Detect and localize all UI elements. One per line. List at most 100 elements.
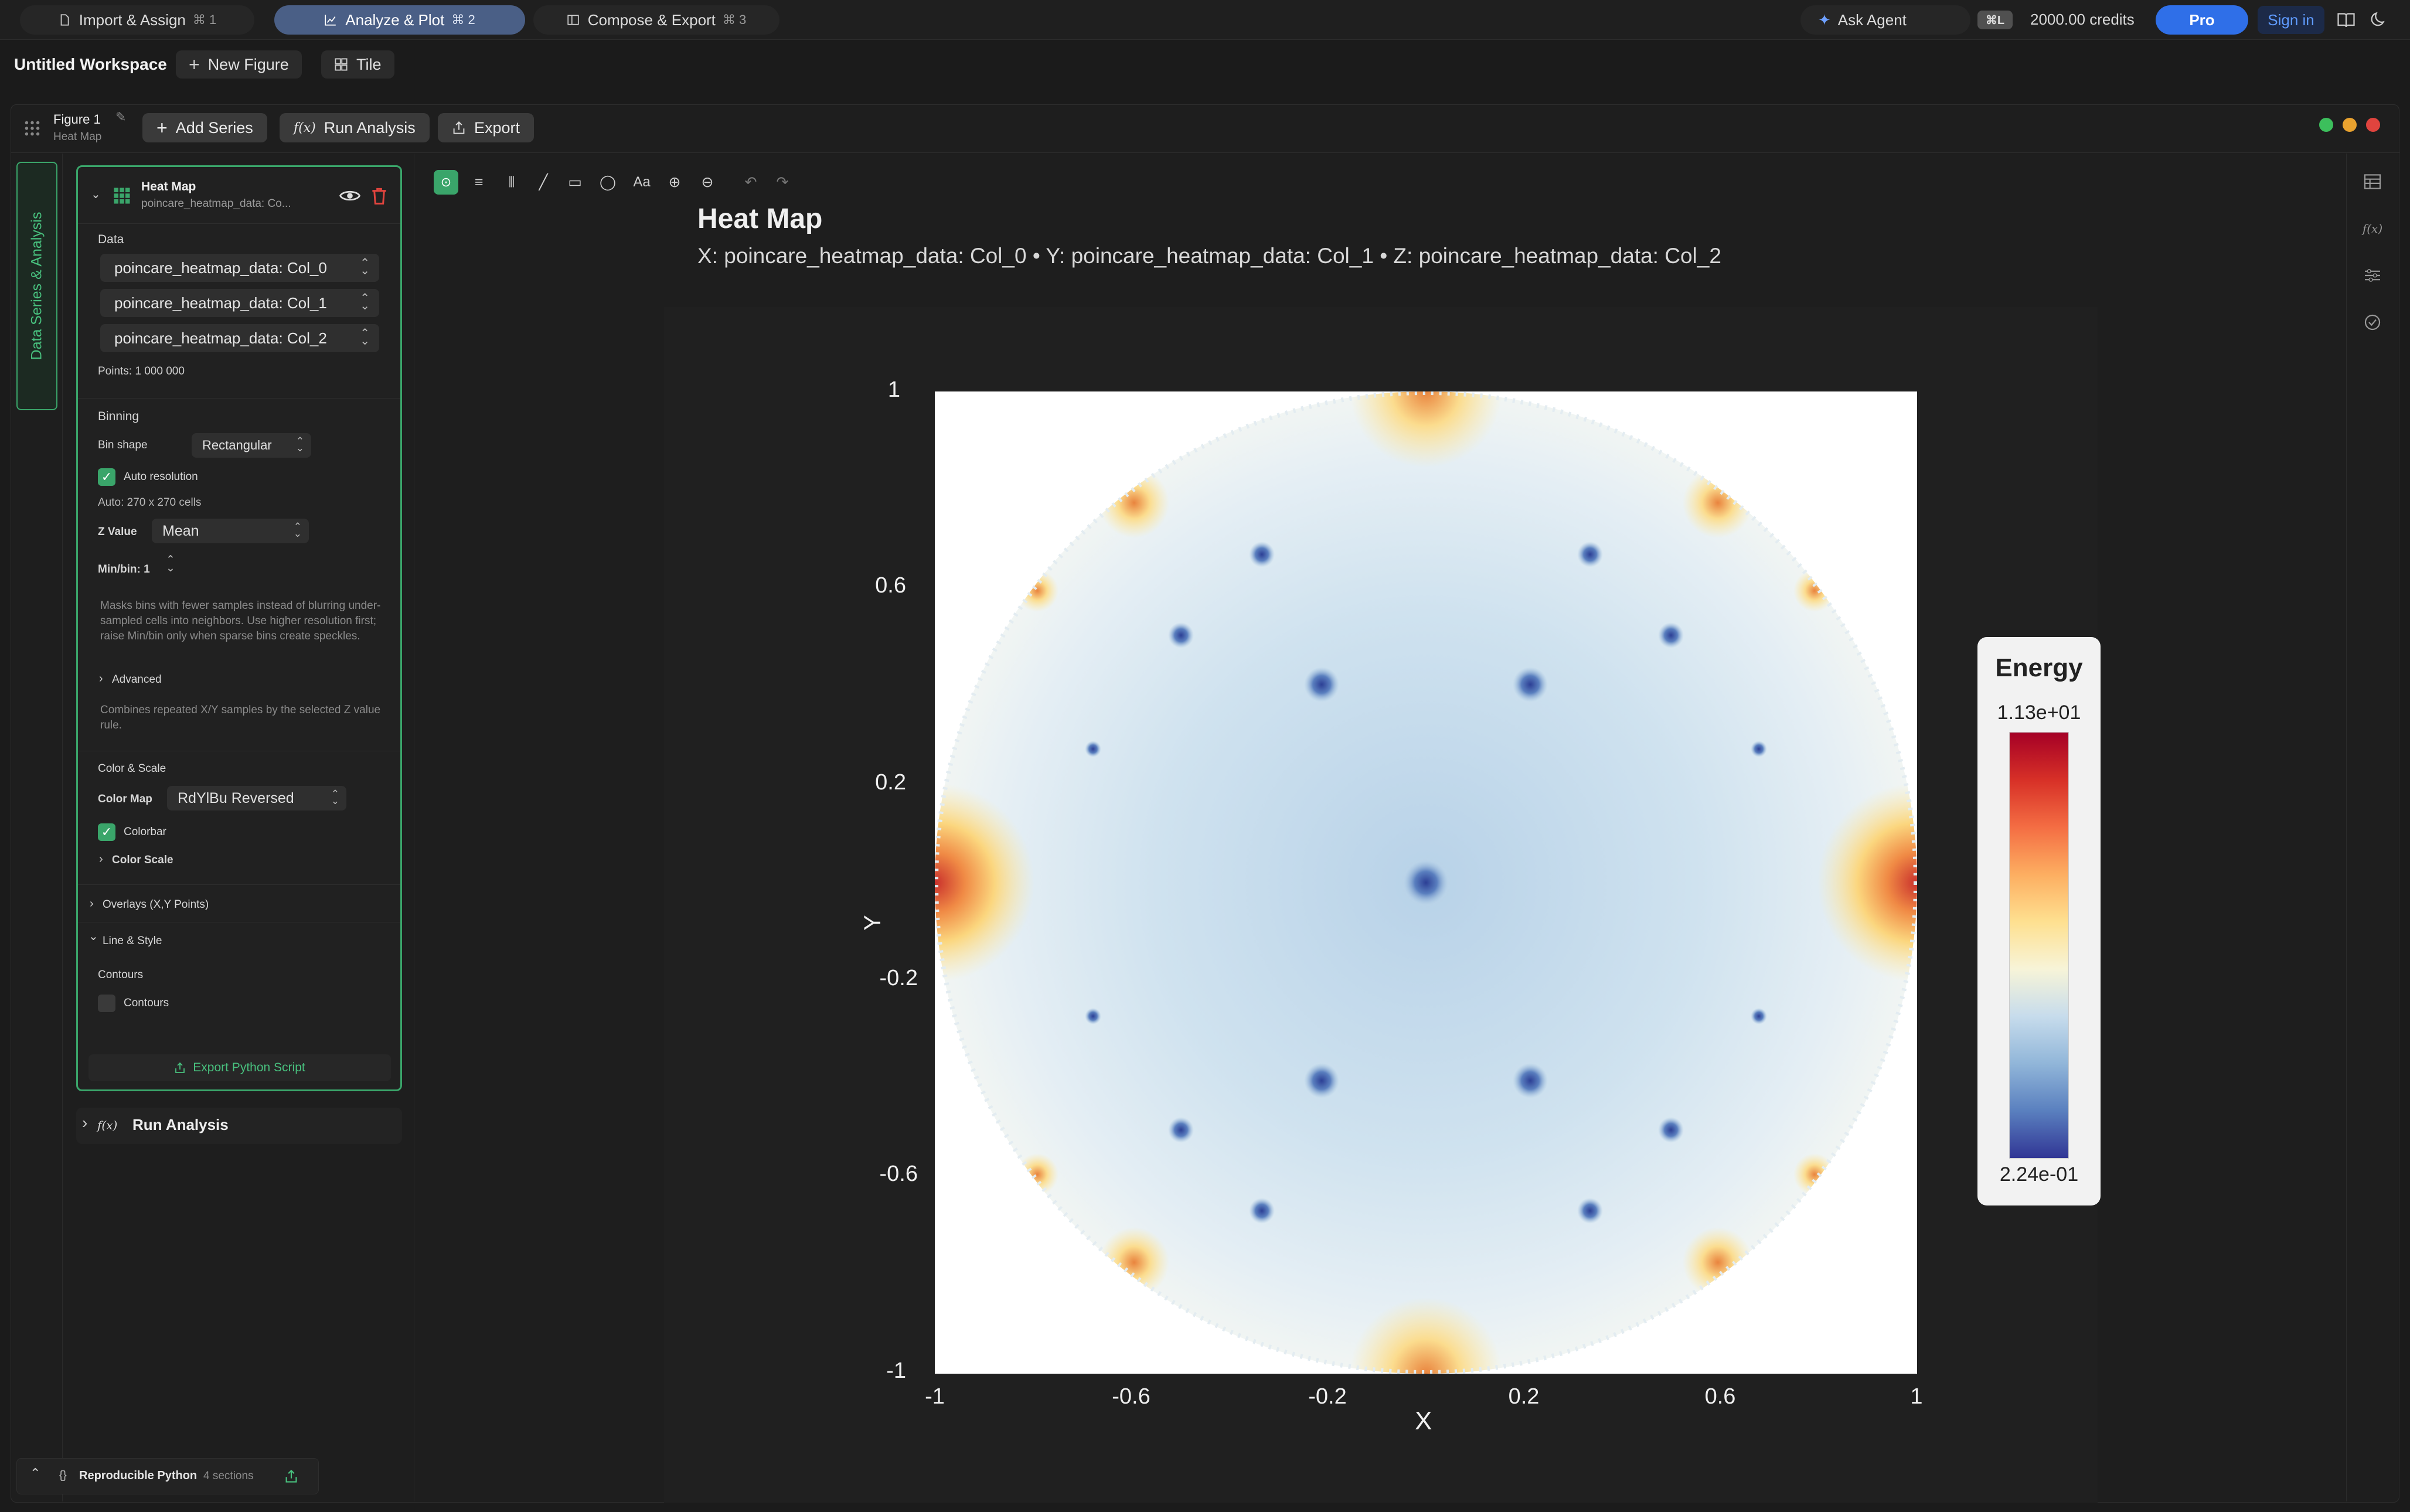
agent-shortcut-badge: ⌘L <box>1977 11 2013 29</box>
chevron-right-icon: › <box>90 897 94 910</box>
collapse-chevron-icon[interactable]: ⌄ <box>91 187 101 202</box>
sections-count: 4 sections <box>203 1470 254 1482</box>
auto-resolution-checkbox[interactable]: ✓ <box>98 468 115 486</box>
app-root: { "topbar": { "tabs": [ {"label": "Impor… <box>0 0 2410 1512</box>
sidetab-data-series[interactable]: Data Series & Analysis <box>16 162 57 410</box>
add-series-button[interactable]: + Add Series <box>142 113 267 142</box>
add-series-label: Add Series <box>175 118 253 137</box>
circle-tool-icon[interactable]: ◯ <box>595 170 620 195</box>
eye-icon[interactable] <box>339 188 360 203</box>
overlays-toggle[interactable]: Overlays (X,Y Points) <box>103 898 209 911</box>
z-value-label: Z Value <box>98 526 137 538</box>
grip-icon[interactable] <box>23 119 42 138</box>
contours-checkbox[interactable] <box>98 995 115 1012</box>
pro-button[interactable]: Pro <box>2156 5 2248 35</box>
min-bin-stepper[interactable]: ⌃ ⌄ <box>166 554 175 574</box>
function-icon: f(x) <box>294 120 316 135</box>
figure-toolbar: Figure 1 ✎ Heat Map + Add Series f(x) Ru… <box>11 105 2400 153</box>
function-icon[interactable]: f(x) <box>2361 217 2384 240</box>
divider <box>78 884 400 885</box>
moon-icon[interactable] <box>2370 11 2388 28</box>
run-analysis-label: Run Analysis <box>324 118 416 137</box>
check-circle-icon[interactable] <box>2361 311 2384 334</box>
function-icon: f(x) <box>97 1118 118 1132</box>
sparkle-icon: ✦ <box>1818 11 1831 29</box>
maximize-dot[interactable] <box>2319 118 2333 132</box>
tab-analyze-plot[interactable]: Analyze & Plot ⌘ 2 <box>274 5 525 35</box>
sign-in-button[interactable]: Sign in <box>2258 6 2324 34</box>
colorbar-max: 1.13e+01 <box>1997 701 2081 724</box>
sidetab-label: Data Series & Analysis <box>28 212 45 360</box>
text-tool-icon[interactable]: Aa <box>629 170 654 195</box>
plus-icon: + <box>156 117 168 138</box>
line-style-toggle[interactable]: Line & Style <box>103 935 162 948</box>
sliders-icon[interactable] <box>2361 264 2384 287</box>
auto-cells-text: Auto: 270 x 270 cells <box>98 496 202 509</box>
export-button[interactable]: Export <box>438 113 535 142</box>
color-scale-header: Color & Scale <box>98 762 166 775</box>
zoom-out-icon[interactable]: ⊖ <box>695 170 720 195</box>
edit-pencil-icon[interactable]: ✎ <box>115 110 126 125</box>
share-icon <box>453 121 465 134</box>
select-value: poincare_heatmap_data: Col_0 <box>114 258 327 277</box>
vertical-lines-icon[interactable]: ⦀ <box>499 170 524 195</box>
run-analysis-button[interactable]: f(x) Run Analysis <box>280 113 430 142</box>
close-dot[interactable] <box>2366 118 2380 132</box>
reproducible-python-bar[interactable]: ⌃ {} Reproducible Python 4 sections <box>16 1458 319 1494</box>
plus-icon: + <box>189 53 200 75</box>
z-column-select[interactable]: poincare_heatmap_data: Col_2 ⌃ ⌄ <box>100 324 379 352</box>
bin-shape-label: Bin shape <box>98 439 148 451</box>
tab-label: Analyze & Plot <box>345 11 445 29</box>
run-analysis-section[interactable]: › f(x) Run Analysis <box>76 1108 402 1144</box>
workspace-title: Untitled Workspace <box>14 55 167 73</box>
divider <box>78 223 400 224</box>
tile-button[interactable]: Tile <box>321 50 394 79</box>
table-icon[interactable] <box>2361 170 2384 193</box>
y-tick-label: 0.2 <box>875 770 906 795</box>
export-python-script-button[interactable]: Export Python Script <box>88 1054 391 1081</box>
advanced-toggle[interactable]: Advanced <box>112 673 162 686</box>
tab-label: Import & Assign <box>79 11 186 29</box>
x-tick-label: -0.2 <box>1308 1384 1347 1409</box>
z-value-select[interactable]: Mean ⌃ ⌄ <box>152 519 309 543</box>
contours-header: Contours <box>98 969 144 981</box>
line-tool-icon[interactable]: ╱ <box>531 170 556 195</box>
bin-shape-select[interactable]: Rectangular ⌃ ⌄ <box>192 433 311 458</box>
color-map-select[interactable]: RdYlBu Reversed ⌃ ⌄ <box>167 786 346 811</box>
auto-resolution-label: Auto resolution <box>124 471 198 483</box>
color-map-label: Color Map <box>98 793 152 805</box>
document-icon <box>60 14 69 26</box>
new-figure-button[interactable]: + New Figure <box>176 50 302 79</box>
export-python-label: Export Python Script <box>193 1061 305 1074</box>
updown-chevron-icon: ⌃ ⌄ <box>360 327 370 348</box>
advanced-hint: Combines repeated X/Y samples by the sel… <box>100 704 381 731</box>
tab-shortcut: ⌘ 1 <box>192 12 217 27</box>
y-column-select[interactable]: poincare_heatmap_data: Col_1 ⌃ ⌄ <box>100 289 379 317</box>
color-scale-toggle[interactable]: Color Scale <box>112 854 173 867</box>
binning-hint: Masks bins with fewer samples instead of… <box>100 600 381 642</box>
x-column-select[interactable]: poincare_heatmap_data: Col_0 ⌃ ⌄ <box>100 254 379 282</box>
tab-import-assign[interactable]: Import & Assign ⌘ 1 <box>20 5 254 35</box>
minimize-dot[interactable] <box>2343 118 2357 132</box>
series-panel: ⌄ Heat Map poincare_heatmap_data: Co... … <box>76 165 402 1091</box>
trash-icon[interactable] <box>371 187 387 205</box>
rectangle-tool-icon[interactable]: ▭ <box>563 170 587 195</box>
select-tool-icon[interactable]: ⊙ <box>434 170 458 195</box>
zoom-in-icon[interactable]: ⊕ <box>662 170 687 195</box>
series-title: Heat Map <box>141 180 196 193</box>
book-icon[interactable] <box>2337 12 2355 28</box>
copy-icon[interactable] <box>284 1469 298 1483</box>
redo-icon[interactable]: ↷ <box>770 170 795 195</box>
data-section-label: Data <box>98 233 124 246</box>
colorbar-checkbox[interactable]: ✓ <box>98 823 115 841</box>
select-value: poincare_heatmap_data: Col_2 <box>114 329 327 347</box>
colorbar[interactable]: Energy 1.13e+01 2.24e-01 <box>1977 637 2101 1205</box>
ask-agent-button[interactable]: ✦ Ask Agent <box>1800 5 1970 35</box>
tab-label: Compose & Export <box>587 11 716 29</box>
horizontal-lines-icon[interactable]: ≡ <box>467 170 491 195</box>
x-tick-label: -0.6 <box>1112 1384 1150 1409</box>
undo-icon[interactable]: ↶ <box>738 170 763 195</box>
min-bin-label: Min/bin: 1 <box>98 563 150 575</box>
heatmap-plot[interactable] <box>935 391 1917 1374</box>
tab-compose-export[interactable]: Compose & Export ⌘ 3 <box>533 5 779 35</box>
